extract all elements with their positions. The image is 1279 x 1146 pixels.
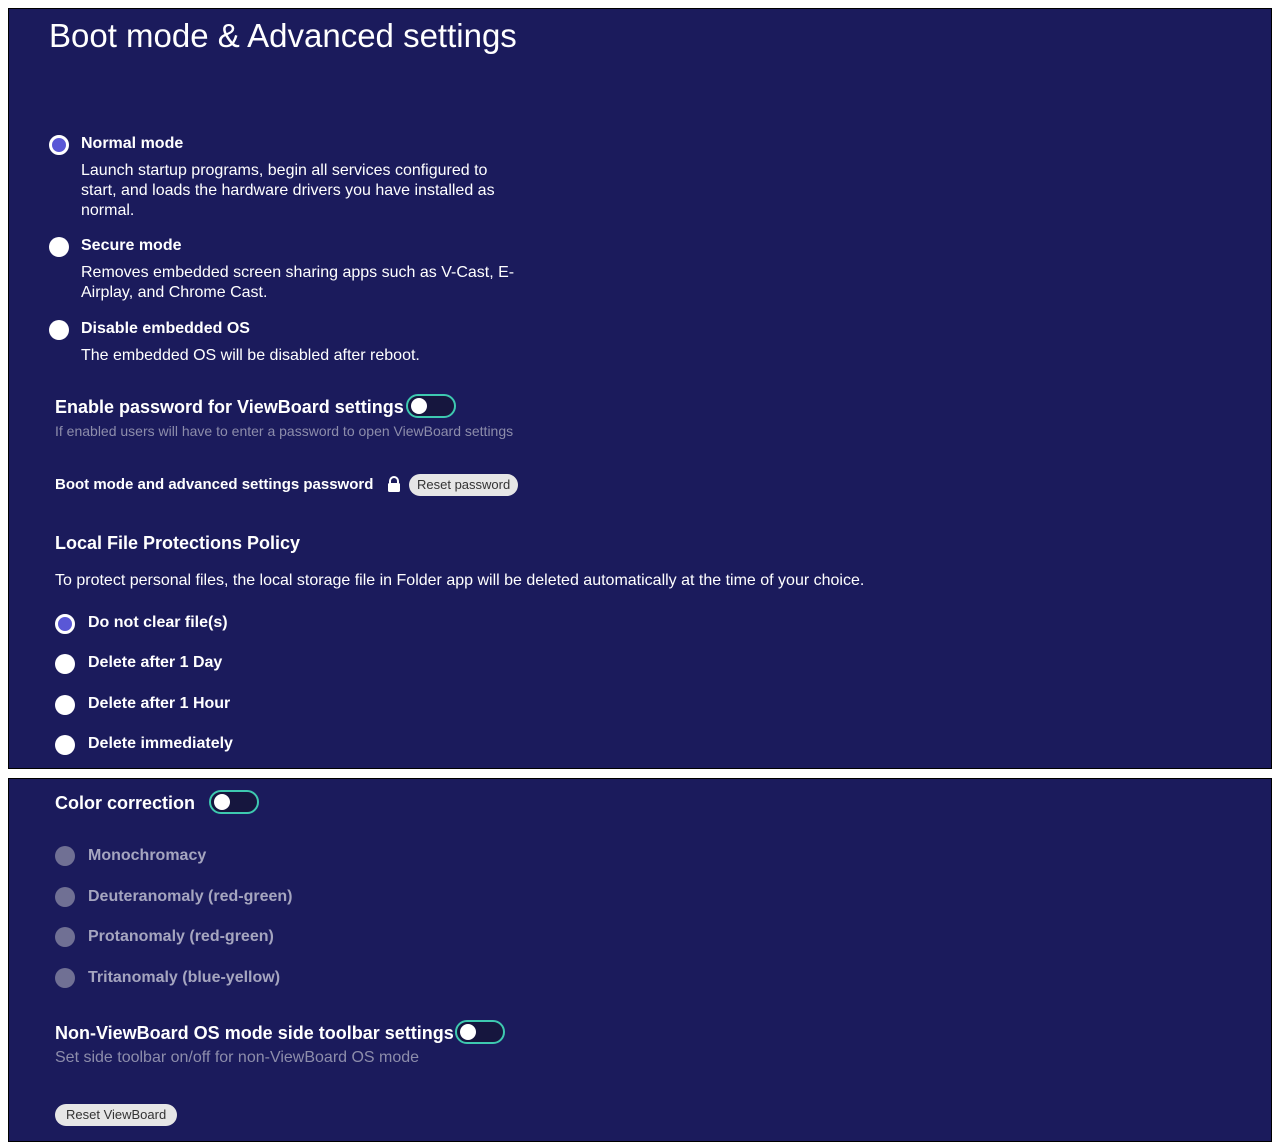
secure-mode-description: Removes embedded screen sharing apps suc… [81, 264, 515, 301]
enable-password-hint: If enabled users will have to enter a pa… [55, 423, 514, 439]
normal-mode-description: Launch startup programs, begin all servi… [81, 162, 495, 219]
advanced-settings-panel: Color correction Monochromacy Deuteranom… [8, 778, 1272, 1142]
delete-after-hour-radio[interactable] [55, 695, 75, 715]
disable-embedded-os-label[interactable]: Disable embedded OS [81, 320, 250, 338]
delete-immediately-radio[interactable] [55, 735, 75, 755]
password-row-label: Boot mode and advanced settings password [55, 476, 374, 493]
tritanomaly-radio [55, 968, 75, 988]
enable-password-toggle[interactable] [406, 394, 456, 418]
toolbar-setting-label: Non-ViewBoard OS mode side toolbar setti… [55, 1023, 454, 1043]
reset-password-button[interactable]: Reset password [409, 474, 519, 496]
file-policy-description: To protect personal files, the local sto… [55, 572, 865, 589]
monochromacy-label: Monochromacy [88, 847, 207, 864]
color-correction-label: Color correction [55, 793, 196, 813]
normal-mode-radio[interactable] [49, 135, 69, 155]
toggle-knob [411, 398, 427, 414]
toolbar-setting-hint: Set side toolbar on/off for non-ViewBoar… [55, 1049, 420, 1066]
secure-mode-label[interactable]: Secure mode [81, 237, 181, 255]
deuteranomaly-label: Deuteranomaly (red-green) [88, 888, 293, 905]
delete-after-day-radio[interactable] [55, 654, 75, 674]
protanomaly-radio [55, 927, 75, 947]
normal-mode-label[interactable]: Normal mode [81, 135, 183, 153]
deuteranomaly-radio [55, 887, 75, 907]
enable-password-label: Enable password for ViewBoard settings [55, 397, 404, 417]
reset-viewboard-button[interactable]: Reset ViewBoard [55, 1104, 178, 1126]
page-title: Boot mode & Advanced settings [49, 17, 517, 54]
delete-after-hour-label[interactable]: Delete after 1 Hour [88, 695, 230, 713]
do-not-clear-label[interactable]: Do not clear file(s) [88, 614, 228, 632]
toggle-knob [214, 794, 230, 810]
disable-embedded-os-radio[interactable] [49, 320, 69, 340]
lock-icon [388, 476, 400, 492]
tritanomaly-label: Tritanomaly (blue-yellow) [88, 969, 281, 986]
secure-mode-radio[interactable] [49, 237, 69, 257]
protanomaly-label: Protanomaly (red-green) [88, 928, 274, 945]
do-not-clear-radio[interactable] [55, 614, 75, 634]
file-policy-title: Local File Protections Policy [55, 533, 301, 553]
toggle-knob [460, 1024, 476, 1040]
delete-immediately-label[interactable]: Delete immediately [88, 735, 233, 753]
monochromacy-radio [55, 846, 75, 866]
delete-after-day-label[interactable]: Delete after 1 Day [88, 654, 222, 672]
toolbar-setting-toggle[interactable] [455, 1020, 505, 1044]
color-correction-toggle[interactable] [209, 790, 259, 814]
disable-embedded-os-description: The embedded OS will be disabled after r… [81, 347, 420, 364]
boot-mode-panel: Boot mode & Advanced settings Normal mod… [8, 8, 1272, 769]
